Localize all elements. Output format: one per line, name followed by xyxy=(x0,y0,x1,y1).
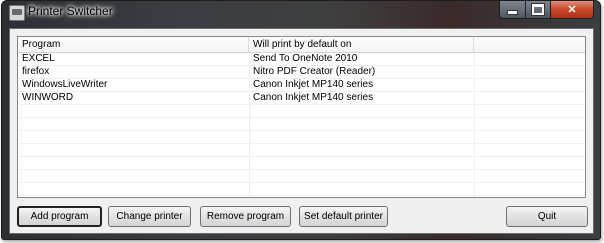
list-body: EXCEL Send To OneNote 2010 firefox Nitro PD… xyxy=(18,53,585,196)
minimize-icon xyxy=(507,9,518,15)
add-program-button[interactable]: Add program xyxy=(17,206,102,227)
list-row[interactable]: firefox Nitro PDF Creator (Reader) xyxy=(18,66,585,79)
app-window: Printer Switcher ✕ Program Will print by… xyxy=(1,0,601,240)
column-header-filler xyxy=(474,37,585,52)
close-icon: ✕ xyxy=(567,4,577,16)
window-title: Printer Switcher xyxy=(28,4,113,18)
program-cell: EXCEL xyxy=(22,53,55,64)
list-header: Program Will print by default on xyxy=(18,37,585,53)
client-area: Program Will print by default on EXCEL Se… xyxy=(9,28,594,234)
caption-buttons: ✕ xyxy=(499,1,594,19)
program-cell: WINWORD xyxy=(22,92,74,103)
minimize-button[interactable] xyxy=(499,1,526,19)
list-row[interactable] xyxy=(18,144,585,157)
program-cell: firefox xyxy=(22,66,50,77)
maximize-button[interactable] xyxy=(526,1,551,19)
set-default-printer-button[interactable]: Set default printer xyxy=(299,206,388,227)
change-printer-button[interactable]: Change printer xyxy=(108,206,191,227)
printer-cell: Canon Inkjet MP140 series xyxy=(253,79,374,90)
list-row[interactable] xyxy=(18,105,585,118)
program-printer-list[interactable]: Program Will print by default on EXCEL Se… xyxy=(17,36,586,198)
program-cell: WindowsLiveWriter xyxy=(22,79,108,90)
column-header-printer[interactable]: Will print by default on xyxy=(249,37,474,52)
list-row[interactable] xyxy=(18,157,585,170)
printer-cell: Canon Inkjet MP140 series xyxy=(253,92,374,103)
close-button[interactable]: ✕ xyxy=(551,1,594,19)
list-row[interactable]: WindowsLiveWriter Canon Inkjet MP140 seri… xyxy=(18,79,585,92)
column-header-program[interactable]: Program xyxy=(18,37,249,52)
list-row[interactable]: EXCEL Send To OneNote 2010 xyxy=(18,53,585,66)
list-row[interactable] xyxy=(18,131,585,144)
maximize-icon xyxy=(531,3,545,16)
list-row[interactable] xyxy=(18,183,585,196)
list-row[interactable] xyxy=(18,118,585,131)
list-row[interactable]: WINWORD Canon Inkjet MP140 series xyxy=(18,92,585,105)
title-bar[interactable]: Printer Switcher ✕ xyxy=(2,1,600,23)
quit-button[interactable]: Quit xyxy=(506,206,588,227)
printer-cell: Nitro PDF Creator (Reader) xyxy=(253,66,376,77)
remove-program-button[interactable]: Remove program xyxy=(200,206,291,227)
printer-icon xyxy=(9,5,25,21)
list-row[interactable] xyxy=(18,170,585,183)
printer-cell: Send To OneNote 2010 xyxy=(253,53,358,64)
